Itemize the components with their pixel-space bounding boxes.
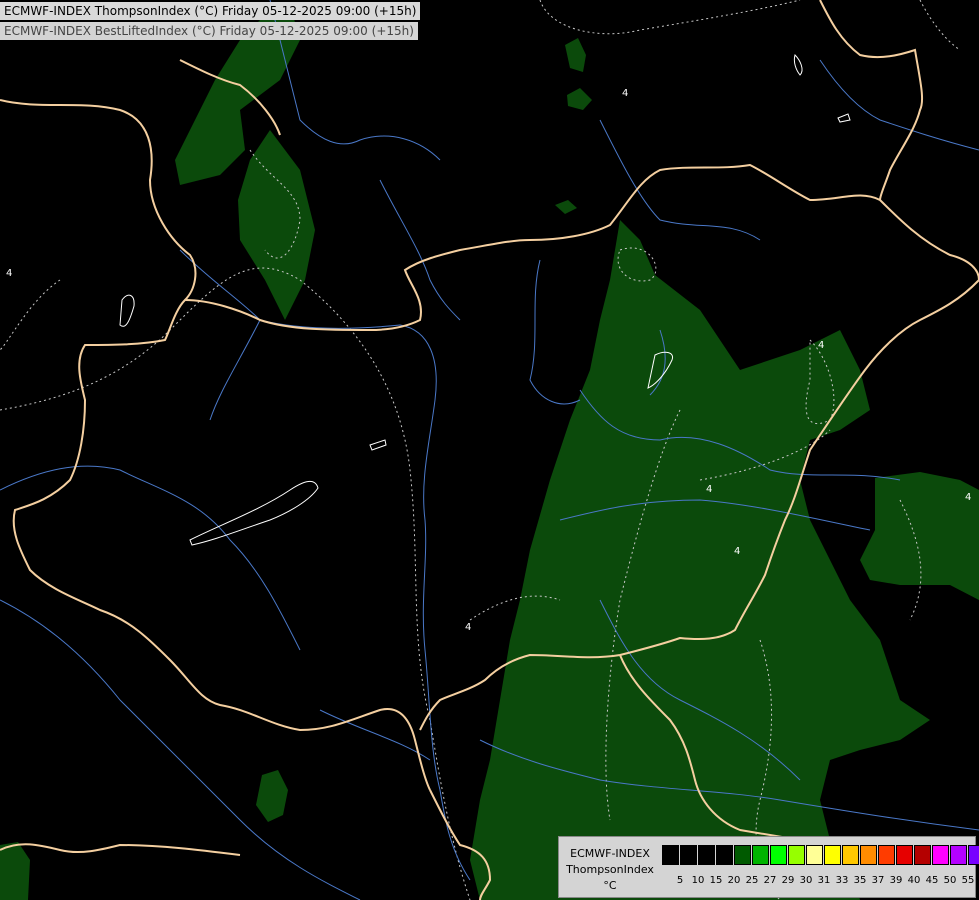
contour-label: 4 [706, 484, 712, 495]
legend-swatch [950, 845, 967, 865]
legend-tick-label: 37 [871, 875, 885, 886]
map-title-primary: ECMWF-INDEX ThompsonIndex (°C) Friday 05… [0, 2, 421, 20]
legend-swatch [932, 845, 949, 865]
legend-tick-label: 20 [727, 875, 741, 886]
legend-tick-label: 15 [709, 875, 723, 886]
legend-field: ThompsonIndex [566, 863, 654, 876]
legend-swatch [770, 845, 787, 865]
legend-tick-label: 40 [907, 875, 921, 886]
legend-swatch [878, 845, 895, 865]
legend-tick-label: 29 [781, 875, 795, 886]
legend-swatch [788, 845, 805, 865]
legend-swatch [914, 845, 931, 865]
legend-swatch [752, 845, 769, 865]
legend-swatch [824, 845, 841, 865]
color-legend: ECMWF-INDEX ThompsonIndex °C 5 10 15 20 25 27… [558, 836, 979, 898]
legend-swatch [896, 845, 913, 865]
contour-label: 4 [622, 88, 628, 99]
legend-tick-label: 50 [943, 875, 957, 886]
legend-tick-label: 30 [799, 875, 813, 886]
legend-tick-label: 5 [676, 875, 684, 886]
legend-swatch [698, 845, 715, 865]
legend-swatch [680, 845, 697, 865]
contour-label: 4 [818, 340, 824, 351]
contour-label: 4 [6, 268, 12, 279]
legend-unit: °C [603, 879, 617, 892]
weather-map: 4 4 4 4 4 4 4 [0, 0, 979, 900]
legend-tick-label: 25 [745, 875, 759, 886]
legend-swatch [806, 845, 823, 865]
contour-label: 4 [965, 492, 971, 503]
legend-swatch [662, 845, 679, 865]
legend-tick-label: 45 [925, 875, 939, 886]
legend-ticks: 51015202527293031333537394045505560 [671, 875, 979, 886]
contour-label: 4 [465, 622, 471, 633]
legend-swatch [734, 845, 751, 865]
legend-swatches [662, 845, 979, 865]
legend-tick-label: 27 [763, 875, 777, 886]
legend-swatch [716, 845, 733, 865]
legend-tick-label: 39 [889, 875, 903, 886]
map-title-secondary: ECMWF-INDEX BestLiftedIndex (°C) Friday … [0, 22, 418, 40]
field-area-east-edge [860, 472, 979, 600]
legend-tick-label: 33 [835, 875, 849, 886]
contour-label: 4 [734, 546, 740, 557]
legend-tick-label: 31 [817, 875, 831, 886]
legend-swatch [860, 845, 877, 865]
legend-swatch [842, 845, 859, 865]
legend-swatch [968, 845, 979, 865]
legend-tick-label: 35 [853, 875, 867, 886]
legend-tick-label: 10 [691, 875, 705, 886]
legend-tick-label: 55 [961, 875, 975, 886]
legend-model: ECMWF-INDEX [570, 847, 650, 860]
